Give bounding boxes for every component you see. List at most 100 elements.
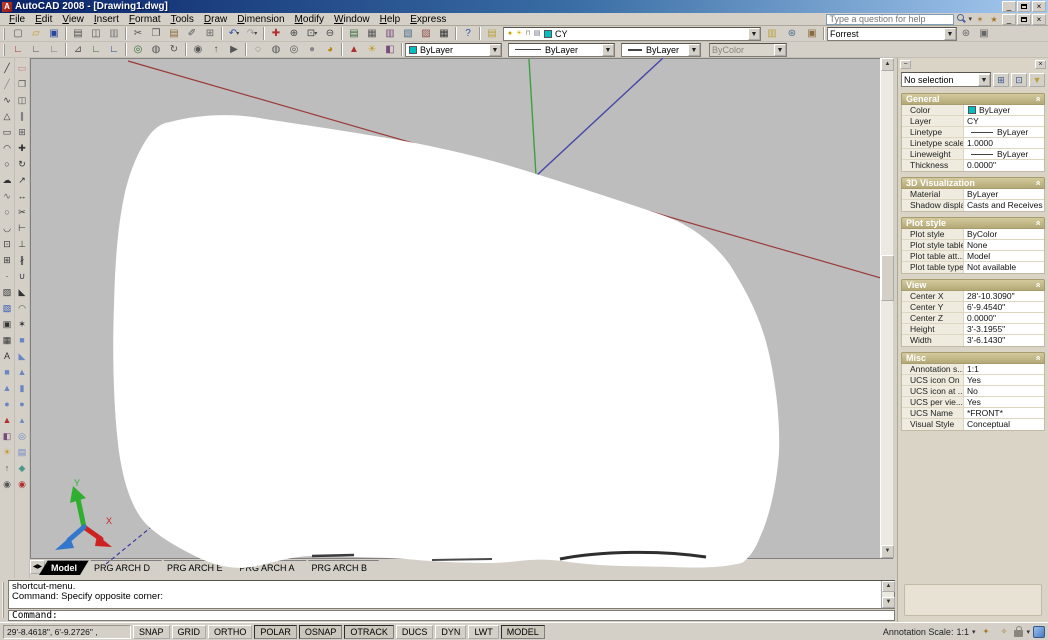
construction-line-button[interactable]: ╱ (0, 76, 14, 92)
designcenter-button[interactable]: ▦ (363, 26, 381, 41)
annotation-visibility-icon[interactable]: ✦ (978, 625, 993, 638)
redo-dropdown-icon[interactable]: ▾ (254, 30, 257, 37)
palette-minimize-icon[interactable]: − (900, 60, 911, 69)
toggle-polar[interactable]: POLAR (254, 625, 297, 639)
sun-properties-button[interactable]: ☀ (0, 444, 14, 460)
collapse-chevron-icon[interactable]: » (1032, 96, 1042, 101)
workspace-combo[interactable]: Forrest ▼ (827, 27, 957, 41)
scale-button[interactable]: ↗ (15, 172, 29, 188)
zoom-window-dropdown-icon[interactable]: ▾ (314, 30, 317, 37)
toggle-ortho[interactable]: ORTHO (208, 625, 252, 639)
plot-button[interactable]: ▤ (69, 26, 87, 41)
annotation-scale-dropdown-icon[interactable]: ▾ (972, 628, 976, 636)
cone-button[interactable]: ▲ (0, 380, 14, 396)
collapse-chevron-icon[interactable]: » (1032, 355, 1042, 360)
property-value[interactable]: No (964, 386, 1044, 396)
mirror-button[interactable]: ◫ (15, 92, 29, 108)
annotation-scale-value[interactable]: 1:1 (956, 627, 969, 637)
property-value[interactable]: Casts and Receives ... (964, 200, 1044, 211)
menu-draw[interactable]: Draw (199, 14, 232, 25)
help-search-input[interactable] (826, 14, 954, 25)
menu-express[interactable]: Express (405, 14, 451, 25)
clean-screen-icon[interactable] (1033, 626, 1045, 638)
walk-button[interactable]: ↑ (207, 42, 225, 57)
undo-dropdown-icon[interactable]: ▾ (236, 30, 239, 37)
command-scroll-down-icon[interactable]: ▼ (882, 597, 895, 608)
materials-button[interactable]: ◧ (0, 428, 14, 444)
select-objects-button[interactable]: ⊡ (1011, 73, 1027, 87)
lineweight-combo[interactable]: ByLayer ▼ (621, 43, 701, 57)
layer-states-manager-button[interactable]: ⊛ (783, 26, 801, 41)
cut-button[interactable]: ✂ (129, 26, 147, 41)
torus-button[interactable]: ◎ (15, 428, 29, 444)
property-value[interactable]: Model (964, 251, 1044, 261)
property-value[interactable]: None (964, 240, 1044, 250)
workspace-combo-arrow-icon[interactable]: ▼ (944, 28, 956, 40)
conceptual-button[interactable]: ◕ (321, 42, 339, 57)
chamfer-button[interactable]: ◣ (15, 284, 29, 300)
command-scroll-up-icon[interactable]: ▲ (882, 581, 895, 592)
selection-combo-arrow-icon[interactable]: ▼ (978, 74, 990, 86)
doc-restore-button[interactable] (1017, 14, 1031, 25)
3d-box-button[interactable]: ■ (15, 332, 29, 348)
property-value[interactable]: ByLayer (964, 127, 1044, 137)
paste-button[interactable]: ▤ (165, 26, 183, 41)
zoom-realtime-button[interactable]: ⊕ (285, 26, 303, 41)
constrained-orbit-button[interactable]: ◎ (129, 42, 147, 57)
section-header[interactable]: Misc» (901, 352, 1045, 364)
command-input[interactable]: Command: (8, 610, 895, 621)
camera-view-button[interactable]: ◉ (0, 476, 14, 492)
property-value[interactable]: ByLayer (964, 149, 1044, 159)
region-button[interactable]: ▣ (0, 316, 14, 332)
copy-button[interactable]: ❐ (147, 26, 165, 41)
property-value[interactable]: 0.0000" (964, 313, 1044, 323)
open-button[interactable]: ▱ (27, 26, 45, 41)
tool-palettes-button[interactable]: ▥ (381, 26, 399, 41)
animation-button[interactable]: ▶ (225, 42, 243, 57)
toggle-osnap[interactable]: OSNAP (299, 625, 343, 639)
quickcalc-button[interactable]: ▦ (435, 26, 453, 41)
zoom-window-button[interactable]: ⊡▾ (303, 26, 321, 41)
tab-model[interactable]: Model (39, 560, 89, 575)
render-button[interactable]: ▲ (345, 42, 363, 57)
rectangle-button[interactable]: ▭ (0, 124, 14, 140)
toggle-model[interactable]: MODEL (501, 625, 545, 639)
property-value[interactable]: *FRONT* (964, 408, 1044, 418)
color-combo-arrow-icon[interactable]: ▼ (489, 44, 501, 56)
property-value[interactable]: 0.0000" (964, 160, 1044, 171)
table-button[interactable]: ▦ (0, 332, 14, 348)
toggle-snap[interactable]: SNAP (133, 625, 170, 639)
favorites-icon[interactable]: ★ (988, 14, 1000, 25)
color-combo[interactable]: ByLayer ▼ (405, 43, 502, 57)
command-history[interactable]: shortcut-menu.Command: Specify opposite … (8, 580, 895, 609)
property-value[interactable]: Not available (964, 262, 1044, 273)
scrollbar-thumb[interactable] (881, 255, 894, 301)
section-header[interactable]: 3D Visualization» (901, 177, 1045, 189)
layer-combo-arrow-icon[interactable]: ▼ (748, 28, 760, 40)
trim-button[interactable]: ✂ (15, 204, 29, 220)
property-value[interactable]: ByLayer (964, 189, 1044, 199)
section-header[interactable]: General» (901, 93, 1045, 105)
plot-preview-button[interactable]: ◫ (87, 26, 105, 41)
property-value[interactable]: CY (964, 116, 1044, 126)
visual-styles-button[interactable]: ◆ (15, 460, 29, 476)
3d-walk-button[interactable]: ↑ (0, 460, 14, 476)
insert-block-button[interactable]: ⊡ (0, 236, 14, 252)
selection-combo[interactable]: No selection ▼ (901, 72, 991, 87)
menu-help[interactable]: Help (375, 14, 406, 25)
search-icon[interactable] (956, 14, 966, 24)
markup-set-manager-button[interactable]: ▨ (417, 26, 435, 41)
palette-close-icon[interactable]: × (1035, 60, 1046, 69)
toggle-lwt[interactable]: LWT (468, 625, 498, 639)
erase-button[interactable]: ▭ (15, 60, 29, 76)
property-value[interactable]: 28'-10.3090" (964, 291, 1044, 301)
scroll-up-icon[interactable]: ▲ (881, 58, 894, 71)
publish-button[interactable]: ▥ (105, 26, 123, 41)
autoscale-annotation-icon[interactable]: ✧ (996, 625, 1011, 638)
ellipse-arc-button[interactable]: ◡ (0, 220, 14, 236)
property-value[interactable]: 3'-6.1430" (964, 335, 1044, 346)
tab-prg-arch-d[interactable]: PRG ARCH D (82, 560, 162, 575)
property-value[interactable]: 1.0000 (964, 138, 1044, 148)
undo-button[interactable]: ↶▾ (225, 26, 243, 41)
box-button[interactable]: ■ (0, 364, 14, 380)
